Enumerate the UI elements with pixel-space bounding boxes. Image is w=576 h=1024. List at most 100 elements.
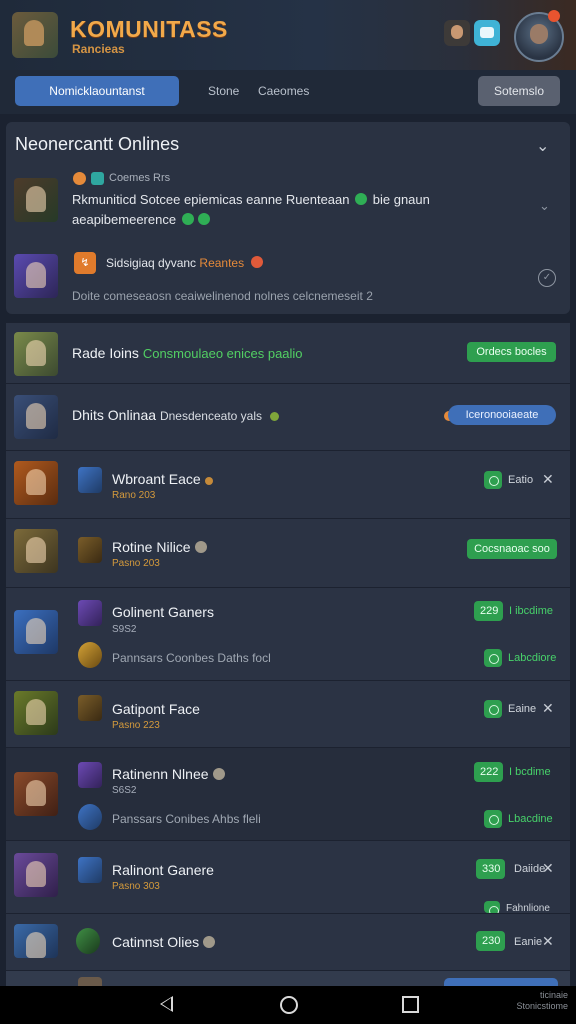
- feed-meta: Sidsigiaq dyvanc Reantes: [106, 256, 264, 270]
- status-label: I ibcdime: [509, 605, 554, 617]
- feed-text-line2: aeapibemeerence: [72, 212, 212, 227]
- row-title: Catinnst Olies: [112, 934, 216, 950]
- game-icon: [78, 467, 102, 493]
- app-header: KOMUNITASS Rancieas: [0, 0, 576, 70]
- close-icon[interactable]: ✕: [542, 860, 554, 877]
- list-item[interactable]: Rotine Nilice Pasno 203 Cocsnaoac soo: [6, 518, 570, 587]
- game-icon: [78, 600, 102, 626]
- row-subtitle: Pasno 223: [112, 720, 160, 731]
- online-status-icon: [197, 213, 210, 225]
- row-action-button[interactable]: Cocsnaoac soo: [467, 539, 557, 559]
- status-icon: [484, 901, 500, 916]
- check-circle-icon[interactable]: ✓: [538, 269, 556, 287]
- close-icon[interactable]: ✕: [542, 700, 554, 717]
- row-action-button[interactable]: Ordecs bocles: [467, 342, 556, 362]
- tab-bar: Nomicklaountanst Stone Caeomes Sotemslo: [0, 70, 576, 114]
- badge-icon: [204, 477, 213, 485]
- game-thumbnail: [14, 332, 58, 376]
- row-title: Rade Ioins Consmoulaeo enices paalio: [72, 345, 303, 361]
- game-thumbnail: [14, 610, 58, 654]
- game-thumbnail: [14, 772, 58, 816]
- tab-active[interactable]: Nomicklaountanst: [15, 76, 179, 106]
- badge-icon: [212, 768, 225, 780]
- close-icon[interactable]: ✕: [542, 471, 554, 488]
- list-item[interactable]: Rade Ioins Consmoulaeo enices paalio Ord…: [6, 322, 570, 383]
- chat-icon[interactable]: [474, 20, 500, 46]
- list-item[interactable]: Ralinont Ganere Pasno 303 330 Daiide ✕ F…: [6, 840, 570, 916]
- tab-stores[interactable]: Stone: [208, 76, 239, 106]
- app-title: KOMUNITASS: [70, 16, 228, 42]
- game-icon: [78, 642, 102, 668]
- feed-thumbnail[interactable]: [14, 178, 58, 222]
- chevron-down-icon[interactable]: ⌄: [536, 136, 549, 156]
- game-thumbnail: [14, 691, 58, 735]
- online-section: Neonercantt Onlines ⌄ Coemes Rrs Rkmunit…: [6, 122, 570, 314]
- row-subtitle: Rano 203: [112, 490, 156, 501]
- app-logo[interactable]: [12, 12, 58, 58]
- rank-icon: ↯: [74, 252, 96, 274]
- row-description: Panssars Conibes Ahbs fleli: [112, 812, 261, 826]
- game-thumbnail: [14, 529, 58, 573]
- game-thumbnail: [14, 395, 58, 439]
- list-item[interactable]: [6, 970, 570, 987]
- list-item[interactable]: Catinnst Olies 230 Eanie ✕: [6, 913, 570, 970]
- game-icon: [78, 695, 102, 721]
- online-status-icon: [181, 213, 194, 225]
- game-thumbnail: [14, 461, 58, 505]
- list-item[interactable]: Ratinenn Nlnee S6S2 Panssars Conibes Ahb…: [6, 747, 570, 840]
- row-title: Gatipont Face: [112, 701, 200, 717]
- tab-action-button[interactable]: Sotemslo: [478, 76, 560, 106]
- feed-thumbnail[interactable]: [14, 254, 58, 298]
- list-item[interactable]: Dhits Onlinaa Dnesdenceato yals Iceronoo…: [6, 383, 570, 450]
- game-icon: [73, 172, 86, 185]
- list-item[interactable]: Wbroant Eace Rano 203 Eatio ✕: [6, 450, 570, 518]
- row-subtitle: Pasno 203: [112, 558, 160, 569]
- status-icon: [484, 810, 502, 828]
- status-icon: [484, 649, 502, 667]
- back-icon[interactable]: [160, 996, 173, 1012]
- status-icon: [484, 700, 502, 718]
- platform-icon: [91, 172, 104, 185]
- row-subtitle: Pasno 303: [112, 881, 160, 892]
- status-label: Labcdiore: [508, 652, 557, 664]
- row-subtitle: S6S2: [112, 785, 137, 796]
- count-badge: 230: [476, 931, 505, 951]
- row-subtitle: S9S2: [112, 624, 137, 635]
- status-label: I bcdime: [509, 766, 551, 778]
- nav-meta-text: ticinaie Stonicstiome: [516, 990, 568, 1011]
- tab-cases[interactable]: Caeomes: [258, 76, 309, 106]
- home-icon[interactable]: [280, 996, 298, 1014]
- status-icon: [484, 471, 502, 489]
- online-status-icon: [269, 412, 279, 421]
- list-item[interactable]: Golinent Ganers S9S2 Pannsars Coonbes Da…: [6, 587, 570, 680]
- feed-meta: Coemes Rrs: [109, 172, 171, 184]
- status-label: Eaine: [508, 703, 537, 715]
- profile-icon[interactable]: [444, 20, 470, 46]
- count-badge: 222: [474, 762, 503, 782]
- status-label: Eatio: [508, 474, 534, 486]
- game-thumbnail: [14, 853, 58, 897]
- heart-icon: [251, 256, 264, 268]
- status-label: Daiide: [514, 863, 546, 875]
- count-badge: 330: [476, 859, 505, 879]
- game-icon: [76, 928, 100, 954]
- status-label: Eanie: [514, 936, 543, 948]
- system-navigation-bar: ticinaie Stonicstiome: [0, 986, 576, 1024]
- badge-icon: [194, 541, 207, 553]
- row-title: Rotine Nilice: [112, 539, 207, 555]
- row-title: Dhits Onlinaa Dnesdenceato yals: [72, 407, 279, 423]
- status-label: Lbacdine: [508, 813, 553, 825]
- online-status-icon: [355, 193, 368, 205]
- close-icon[interactable]: ✕: [542, 933, 554, 950]
- row-action-button[interactable]: Iceronooiaeate: [448, 405, 556, 425]
- game-icon: [78, 762, 102, 788]
- game-icon: [78, 804, 102, 830]
- row-title: Golinent Ganers: [112, 604, 214, 620]
- badge-icon: [203, 936, 216, 948]
- app-subtitle: Rancieas: [72, 42, 125, 56]
- recent-apps-icon[interactable]: [402, 996, 419, 1013]
- notification-badge: [548, 10, 560, 22]
- row-title: Ratinenn Nlnee: [112, 766, 225, 782]
- chevron-down-icon[interactable]: ⌄: [539, 198, 550, 214]
- list-item[interactable]: Gatipont Face Pasno 223 Eaine ✕: [6, 680, 570, 747]
